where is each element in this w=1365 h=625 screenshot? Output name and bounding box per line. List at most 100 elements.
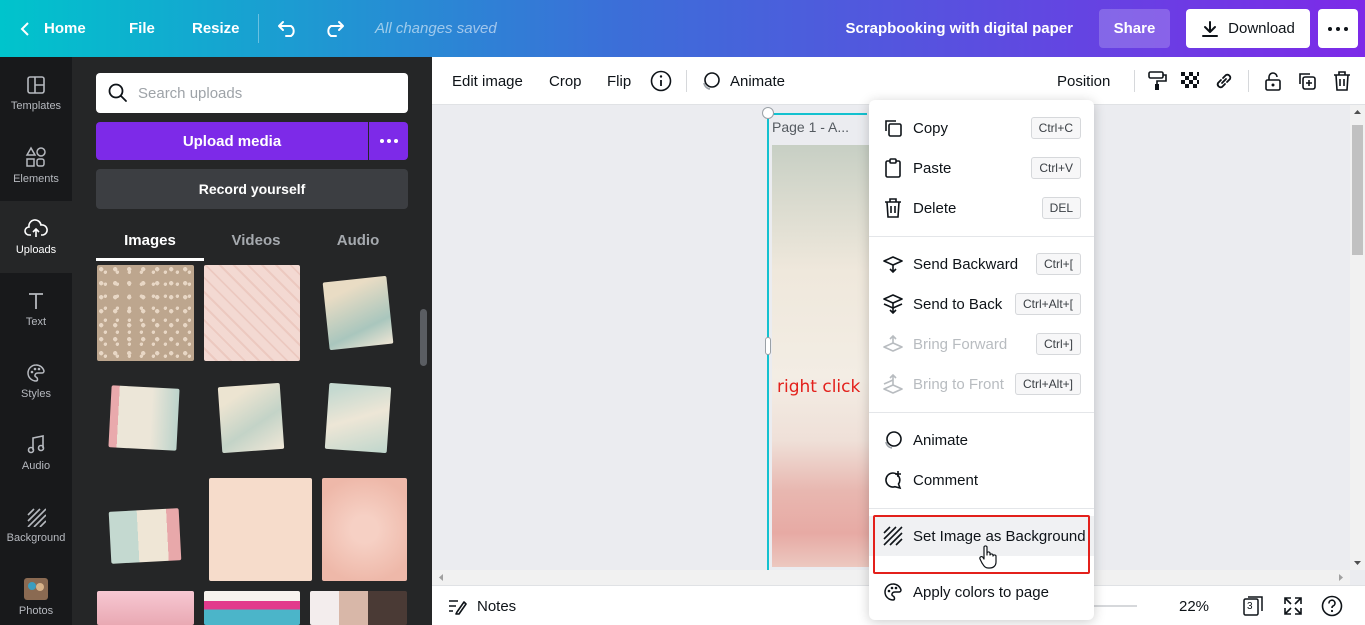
menu-item-send-to-back[interactable]: Send to Back Ctrl+Alt+[ — [869, 284, 1094, 324]
rail-item-elements[interactable]: Elements — [0, 129, 72, 201]
scroll-up-icon[interactable] — [1350, 107, 1365, 117]
rail-label: Styles — [21, 387, 51, 400]
upload-thumbnail[interactable] — [310, 591, 407, 625]
more-options-button[interactable] — [1318, 9, 1358, 48]
rotate-handle[interactable] — [762, 107, 774, 119]
tab-audio[interactable]: Audio — [308, 220, 408, 260]
rail-item-photos[interactable]: Photos — [0, 561, 72, 625]
upload-thumbnail[interactable] — [322, 275, 394, 351]
transparency-button[interactable] — [1179, 57, 1201, 105]
fullscreen-button[interactable] — [1283, 586, 1303, 625]
rail-item-text[interactable]: Text — [0, 273, 72, 345]
paint-roller-icon — [1146, 70, 1168, 92]
position-button[interactable]: Position — [1057, 57, 1110, 105]
upload-options-button[interactable] — [369, 122, 408, 160]
menu-item-animate[interactable]: Animate — [869, 420, 1094, 460]
upload-thumbnail[interactable] — [209, 478, 312, 581]
animate-button[interactable]: Animate — [701, 57, 785, 105]
file-menu-button[interactable]: File — [129, 0, 155, 57]
tab-underline — [96, 258, 204, 261]
scroll-down-icon[interactable] — [1350, 558, 1365, 568]
menu-item-label: Bring Forward — [913, 335, 1008, 353]
document-title[interactable]: Scrapbooking with digital paper — [845, 0, 1073, 57]
link-icon — [1213, 70, 1235, 92]
copy-style-button[interactable] — [1146, 57, 1168, 105]
lock-button[interactable] — [1262, 57, 1284, 105]
upload-media-button[interactable]: Upload media — [96, 122, 368, 160]
upload-thumbnail[interactable] — [108, 385, 180, 451]
image-toolbar: Edit image Crop Flip Animate Position — [432, 57, 1365, 105]
shortcut-badge: Ctrl+[ — [1035, 253, 1081, 275]
send-backward-icon — [883, 254, 903, 274]
upload-thumbnail[interactable] — [204, 265, 300, 361]
rail-item-audio[interactable]: Audio — [0, 417, 72, 489]
edit-image-button[interactable]: Edit image — [452, 57, 523, 105]
upload-thumbnail[interactable] — [204, 591, 300, 625]
text-icon — [27, 291, 45, 311]
scroll-left-icon[interactable] — [436, 570, 446, 585]
redo-button[interactable] — [323, 0, 345, 57]
unlock-icon — [1262, 70, 1284, 92]
search-input[interactable] — [138, 84, 388, 102]
page-grid-button[interactable]: 3 — [1242, 586, 1264, 625]
help-button[interactable] — [1321, 586, 1343, 625]
upload-thumbnail[interactable] — [324, 382, 392, 454]
menu-item-label: Apply colors to page — [913, 583, 1049, 601]
undo-button[interactable] — [277, 0, 299, 57]
share-button[interactable]: Share — [1099, 9, 1170, 48]
notes-button[interactable]: Notes — [447, 586, 516, 625]
scrollbar-thumb[interactable] — [1352, 125, 1363, 255]
tab-images[interactable]: Images — [96, 220, 204, 260]
expand-icon — [1283, 596, 1303, 616]
upload-thumbnail[interactable] — [108, 508, 182, 564]
duplicate-button[interactable] — [1296, 57, 1318, 105]
trash-icon — [883, 198, 903, 218]
tab-videos[interactable]: Videos — [204, 220, 308, 260]
menu-item-apply-colors-to-page[interactable]: Apply colors to page — [869, 572, 1094, 612]
shortcut-badge: Ctrl+Alt+] — [1014, 373, 1081, 395]
ellipsis-icon — [1328, 26, 1348, 31]
menu-divider — [869, 412, 1094, 413]
uploads-panel: Upload media Record yourself Images Vide… — [72, 57, 432, 625]
resize-button[interactable]: Resize — [192, 0, 240, 57]
crop-button[interactable]: Crop — [549, 57, 582, 105]
flip-button[interactable]: Flip — [607, 57, 631, 105]
panel-scrollbar[interactable] — [420, 309, 427, 366]
info-button[interactable] — [650, 57, 672, 105]
zoom-slider[interactable] — [1094, 605, 1137, 607]
vertical-scrollbar[interactable] — [1350, 105, 1365, 570]
menu-item-label: Comment — [913, 471, 979, 489]
zoom-level[interactable]: 22% — [1179, 586, 1209, 625]
rail-label: Templates — [10, 99, 62, 112]
left-rail: Templates Elements Uploads Text Styles A… — [0, 57, 72, 625]
elements-icon — [25, 145, 47, 168]
upload-thumbnail[interactable] — [97, 265, 194, 361]
upload-thumbnail[interactable] — [322, 478, 407, 581]
rail-item-templates[interactable]: Templates — [0, 57, 72, 129]
scroll-right-icon[interactable] — [1336, 570, 1346, 585]
menu-item-comment[interactable]: Comment — [869, 460, 1094, 500]
home-button[interactable]: Home — [20, 0, 86, 57]
menu-item-copy[interactable]: Copy Ctrl+C — [869, 108, 1094, 148]
download-button[interactable]: Download — [1186, 9, 1310, 48]
page-image[interactable] — [772, 145, 882, 567]
search-box — [96, 73, 408, 113]
rail-label: Background — [6, 531, 66, 544]
menu-item-paste[interactable]: Paste Ctrl+V — [869, 148, 1094, 188]
page-title[interactable]: Page 1 - A... — [772, 119, 849, 135]
rail-item-background[interactable]: Background — [0, 489, 72, 561]
toolbar-divider — [1248, 70, 1249, 92]
resize-handle[interactable] — [765, 337, 771, 355]
link-button[interactable] — [1213, 57, 1235, 105]
upload-thumbnail[interactable] — [97, 591, 194, 625]
upload-thumbnail[interactable] — [217, 382, 285, 454]
download-label: Download — [1228, 20, 1295, 37]
rail-item-uploads[interactable]: Uploads — [0, 201, 72, 273]
shortcut-badge: Ctrl+V — [1031, 157, 1081, 179]
menu-item-delete[interactable]: Delete DEL — [869, 188, 1094, 228]
delete-button[interactable] — [1331, 57, 1353, 105]
menu-item-send-backward[interactable]: Send Backward Ctrl+[ — [869, 244, 1094, 284]
record-yourself-button[interactable]: Record yourself — [96, 169, 408, 209]
mouse-cursor — [979, 545, 997, 569]
rail-item-styles[interactable]: Styles — [0, 345, 72, 417]
